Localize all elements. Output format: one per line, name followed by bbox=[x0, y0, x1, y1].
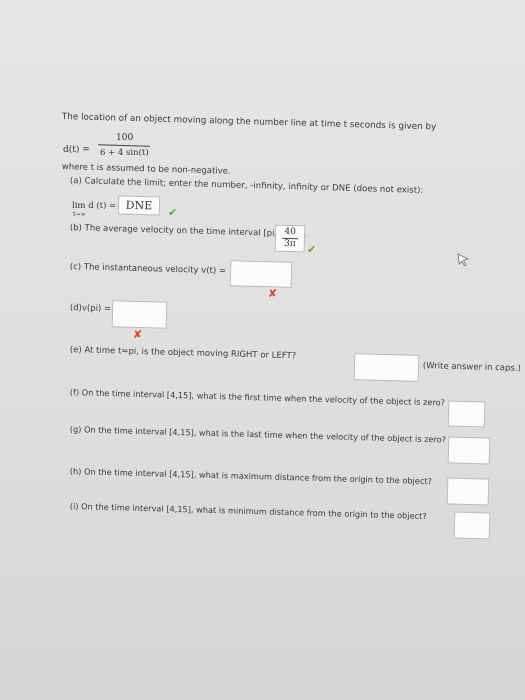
cross-icon: ✘ bbox=[133, 328, 143, 341]
part-c-answer-field[interactable] bbox=[229, 260, 293, 288]
formula-numerator: 100 bbox=[116, 133, 134, 143]
part-e-answer-field[interactable] bbox=[353, 353, 420, 382]
cross-icon: ✘ bbox=[268, 287, 278, 300]
part-g-answer-field[interactable] bbox=[447, 436, 491, 465]
part-b-answer-field[interactable]: 40 3π bbox=[274, 224, 306, 253]
formula-lhs: d(t) = bbox=[63, 145, 90, 155]
limit-subscript: t→∞ bbox=[73, 211, 86, 218]
part-i-answer-field[interactable] bbox=[453, 511, 491, 540]
fraction-bar bbox=[97, 144, 151, 147]
part-d-prompt: (d)v(pi) = bbox=[69, 303, 112, 315]
part-b-prompt: (b) The average velocity on the time int… bbox=[69, 223, 307, 240]
check-icon: ✔ bbox=[168, 206, 178, 219]
formula-denominator: 6 + 4 sin(t) bbox=[100, 148, 149, 158]
assumption-text: where t is assumed to be non-negative. bbox=[61, 162, 231, 177]
part-b-denominator: 3π bbox=[283, 238, 296, 250]
problem-intro: The location of an object moving along t… bbox=[61, 112, 437, 133]
check-icon: ✔ bbox=[307, 243, 317, 256]
homework-page: The location of an object moving along t… bbox=[0, 0, 525, 700]
part-c-prompt: (c) The instantaneous velocity v(t) = bbox=[69, 262, 227, 277]
part-a-prompt: (a) Calculate the limit; enter the numbe… bbox=[69, 176, 424, 196]
part-b-numerator: 40 bbox=[282, 226, 299, 240]
part-f-answer-field[interactable] bbox=[447, 400, 486, 428]
part-e-prompt: (e) At time t=pi, is the object moving R… bbox=[69, 345, 297, 362]
part-a-answer-field[interactable]: DNE bbox=[117, 195, 161, 216]
part-d-answer-field[interactable] bbox=[111, 300, 168, 329]
part-g-prompt: (g) On the time interval [4,15], what is… bbox=[69, 424, 447, 445]
limit-label: lim d (t) = bbox=[72, 201, 117, 211]
part-h-prompt: (h) On the time interval [4,15], what is… bbox=[69, 466, 433, 487]
part-f-prompt: (f) On the time interval [4,15], what is… bbox=[69, 387, 446, 408]
part-e-hint: (Write answer in caps.) bbox=[422, 361, 522, 374]
mouse-pointer-icon bbox=[457, 253, 470, 267]
part-i-prompt: (i) On the time interval [4,15], what is… bbox=[69, 501, 427, 521]
part-h-answer-field[interactable] bbox=[446, 477, 490, 506]
